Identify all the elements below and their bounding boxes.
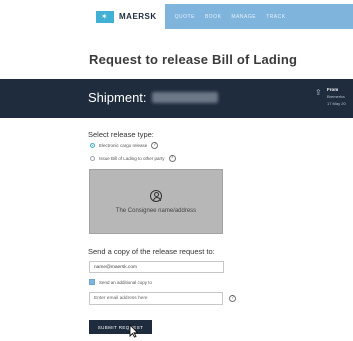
main-nav: QUOTE BOOK MANAGE TRACK: [175, 14, 286, 20]
nav-item-manage[interactable]: MANAGE: [231, 14, 256, 20]
shipment-number-redacted: [152, 92, 218, 103]
maersk-logo[interactable]: MAERSK: [92, 4, 165, 29]
release-type-label: Select release type:: [88, 130, 154, 139]
consignee-text: The Consignee name/address: [115, 207, 197, 214]
shipment-header: Shipment: ⇪ From Bremerha 17 May 20: [0, 79, 353, 118]
release-option-other-party[interactable]: Issue Bill of Lading to other party ?: [90, 155, 176, 162]
nav-item-quote[interactable]: QUOTE: [175, 14, 195, 20]
page-title: Request to release Bill of Lading: [89, 52, 298, 67]
radio-selected[interactable]: [90, 143, 95, 148]
additional-copy-label: Send an additional copy to: [99, 279, 153, 285]
from-label: From: [327, 87, 339, 92]
mouse-pointer-icon: [129, 324, 139, 338]
shipment-label: Shipment:: [88, 90, 147, 105]
additional-email-input[interactable]: Enter email address here: [89, 292, 223, 305]
nav-item-book[interactable]: BOOK: [205, 14, 221, 20]
copy-recipient-label: Send a copy of the release request to:: [88, 247, 215, 256]
radio-unselected[interactable]: [90, 156, 95, 161]
from-date: 17 May 20: [327, 101, 346, 106]
consignee-card[interactable]: The Consignee name/address: [89, 169, 223, 234]
submit-request-button[interactable]: SUBMIT REQUEST: [89, 320, 152, 334]
upload-icon: ⇪: [315, 88, 322, 97]
help-icon[interactable]: ?: [168, 155, 176, 162]
release-option-label: Electronic cargo release: [99, 143, 148, 148]
additional-copy-checkbox[interactable]: [89, 279, 95, 285]
release-option-electronic[interactable]: Electronic cargo release ?: [90, 142, 159, 149]
person-circle-icon: [150, 189, 162, 202]
email-field[interactable]: name@maersk.com: [89, 261, 224, 273]
maersk-star-icon: [96, 10, 114, 23]
help-icon[interactable]: ?: [151, 142, 159, 149]
from-place: Bremerha: [327, 94, 345, 99]
help-icon[interactable]: ?: [229, 295, 236, 302]
top-navigation-bar: MAERSK QUOTE BOOK MANAGE TRACK: [92, 4, 353, 29]
brand-name: MAERSK: [119, 12, 157, 21]
nav-item-track[interactable]: TRACK: [266, 14, 285, 20]
additional-copy-row[interactable]: Send an additional copy to: [89, 279, 152, 285]
release-option-label: Issue Bill of Lading to other party: [99, 156, 165, 161]
